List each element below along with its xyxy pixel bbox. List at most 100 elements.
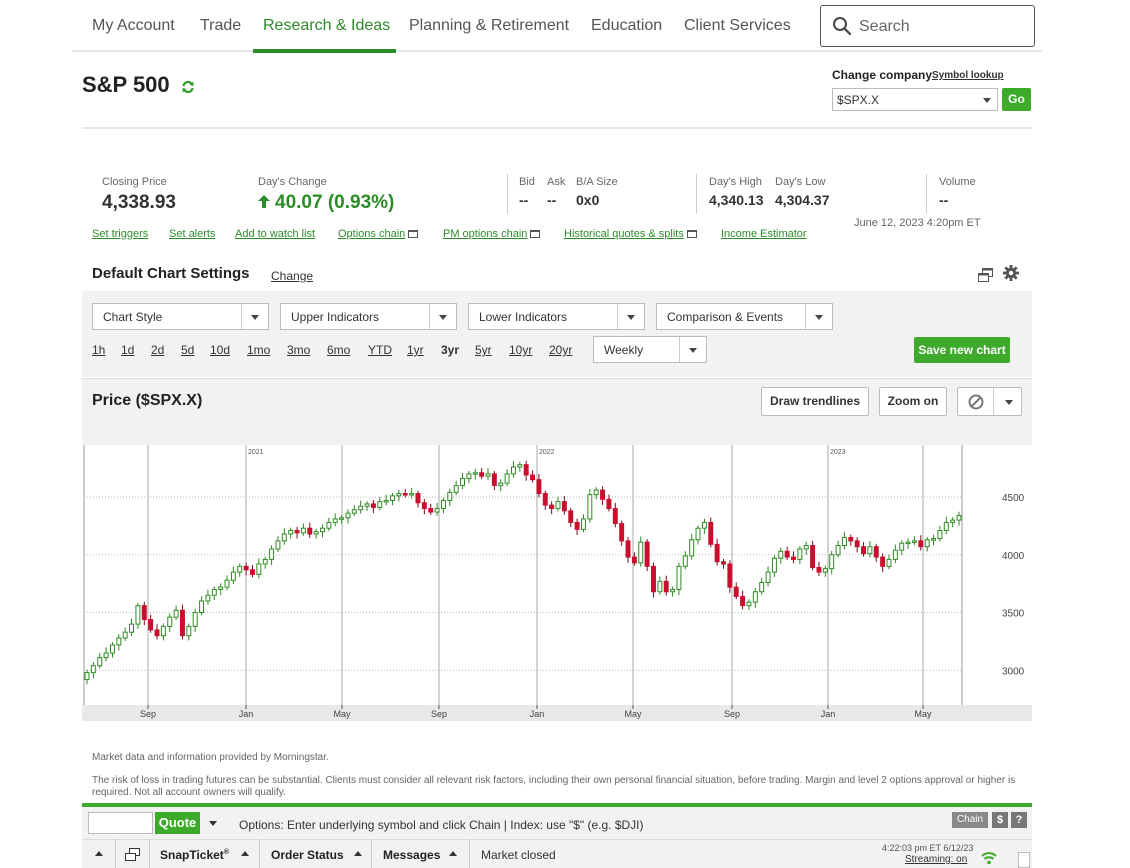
candle (587, 494, 593, 520)
quote-button[interactable]: Quote (155, 812, 200, 834)
range-1yr[interactable]: 1yr (407, 343, 424, 357)
nav-research-ideas[interactable]: Research & Ideas (263, 17, 390, 35)
tool-select-dropdown[interactable] (957, 387, 1022, 416)
chevron-up-icon[interactable] (95, 851, 103, 856)
candle (517, 464, 523, 468)
options-chain-label: Options chain (338, 228, 406, 240)
candle (383, 499, 389, 503)
candle (873, 546, 879, 558)
candle (409, 493, 415, 496)
nav-education[interactable]: Education (591, 17, 662, 35)
streaming-toggle[interactable]: Streaming: on (905, 854, 967, 865)
candle (816, 566, 822, 573)
candle (638, 541, 644, 564)
range-3mo[interactable]: 3mo (287, 343, 310, 357)
candle (778, 550, 784, 559)
nav-active-indicator (253, 49, 396, 53)
x-axis-band (82, 705, 1032, 721)
pm-options-chain-link[interactable]: PM options chain (443, 228, 541, 240)
lower-indicators-dropdown[interactable]: Lower Indicators (468, 303, 645, 330)
scrollbar[interactable] (1018, 852, 1030, 868)
income-estimator-link[interactable]: Income Estimator (721, 228, 807, 240)
help-button[interactable]: ? (1011, 812, 1027, 828)
x-tick-label: May (333, 709, 351, 719)
symbol-lookup-link[interactable]: Symbol lookup (932, 70, 1004, 81)
y-tick-label: 3000 (1002, 666, 1025, 677)
range-3yr[interactable]: 3yr (441, 343, 459, 357)
morningstar-note: Market data and information provided by … (92, 752, 329, 763)
bid-label: Bid (519, 176, 535, 188)
candle (580, 518, 586, 530)
popout-icon[interactable] (125, 848, 140, 861)
options-chain-link[interactable]: Options chain (338, 228, 419, 240)
range-10d[interactable]: 10d (210, 343, 230, 357)
upper-indicators-dropdown[interactable]: Upper Indicators (280, 303, 457, 330)
range-5d[interactable]: 5d (181, 343, 194, 357)
candle (937, 530, 943, 540)
refresh-icon[interactable] (181, 80, 195, 94)
comparison-events-dropdown[interactable]: Comparison & Events (656, 303, 833, 330)
candle (695, 527, 701, 541)
candle (536, 479, 542, 495)
candle (924, 539, 930, 548)
quote-symbol-input[interactable] (88, 812, 153, 834)
add-to-watch-list-link[interactable]: Add to watch list (235, 228, 315, 240)
range-5yr[interactable]: 5yr (475, 343, 492, 357)
go-button[interactable]: Go (1002, 88, 1031, 111)
range-2d[interactable]: 2d (151, 343, 164, 357)
range-1d[interactable]: 1d (121, 343, 134, 357)
draw-trendlines-button[interactable]: Draw trendlines (761, 387, 869, 416)
chevron-up-icon (449, 851, 457, 856)
popout-icon[interactable] (978, 268, 993, 282)
price-title: Price ($SPX.X) (92, 392, 203, 409)
range-20yr[interactable]: 20yr (549, 343, 572, 357)
save-new-chart-button[interactable]: Save new chart (914, 337, 1010, 363)
candle (561, 501, 567, 512)
chevron-down-icon (627, 315, 635, 320)
candle (555, 501, 561, 510)
candle (759, 582, 765, 593)
search-input[interactable]: Search (820, 5, 1035, 47)
set-triggers-link[interactable]: Set triggers (92, 228, 148, 240)
chart-background (82, 445, 1032, 721)
ask-value: -- (547, 192, 557, 208)
stream-timestamp: 4:22:03 pm ET 6/12/23 (882, 843, 974, 853)
zoom-on-button[interactable]: Zoom on (879, 387, 947, 416)
range-1h[interactable]: 1h (92, 343, 105, 357)
nav-planning-retirement[interactable]: Planning & Retirement (409, 17, 569, 35)
symbol-select[interactable]: $SPX.X (832, 88, 998, 111)
candle (269, 548, 275, 560)
candle (504, 473, 510, 484)
chart-settings-change-link[interactable]: Change (271, 269, 313, 283)
price-chart-svg[interactable]: 3000 3500 4000 4500 Sep Jan May Sep Jan May Sep Jan… (82, 445, 1032, 721)
nav-trade[interactable]: Trade (200, 17, 241, 35)
quote-dropdown-caret[interactable] (209, 821, 217, 826)
chain-button[interactable]: Chain (952, 812, 988, 828)
range-ytd[interactable]: YTD (368, 343, 392, 357)
chevron-down-icon (1005, 400, 1013, 405)
candle (320, 527, 325, 533)
nav-my-account[interactable]: My Account (92, 17, 175, 35)
chevron-down-icon (689, 348, 697, 353)
arrow-up-icon (258, 195, 270, 208)
chart-style-dropdown[interactable]: Chart Style (92, 303, 269, 330)
candle (307, 527, 313, 535)
candle (485, 473, 491, 477)
candle (453, 484, 459, 493)
gear-icon[interactable] (1003, 265, 1019, 281)
frequency-dropdown[interactable]: Weekly (593, 336, 707, 363)
dollar-button[interactable]: $ (992, 812, 1008, 828)
historical-quotes-link[interactable]: Historical quotes & splits (564, 228, 697, 240)
search-placeholder: Search (859, 18, 910, 35)
range-1mo[interactable]: 1mo (247, 343, 270, 357)
price-chart[interactable]: 3000 3500 4000 4500 Sep Jan May Sep Jan May Sep Jan… (82, 445, 1032, 721)
x-tick-label: Sep (140, 709, 156, 719)
candle (122, 631, 128, 639)
range-10yr[interactable]: 10yr (509, 343, 532, 357)
candle (90, 665, 96, 674)
candle (701, 521, 707, 529)
range-6mo[interactable]: 6mo (327, 343, 350, 357)
set-alerts-link[interactable]: Set alerts (169, 228, 215, 240)
nav-client-services[interactable]: Client Services (684, 17, 791, 35)
candle (892, 549, 898, 560)
